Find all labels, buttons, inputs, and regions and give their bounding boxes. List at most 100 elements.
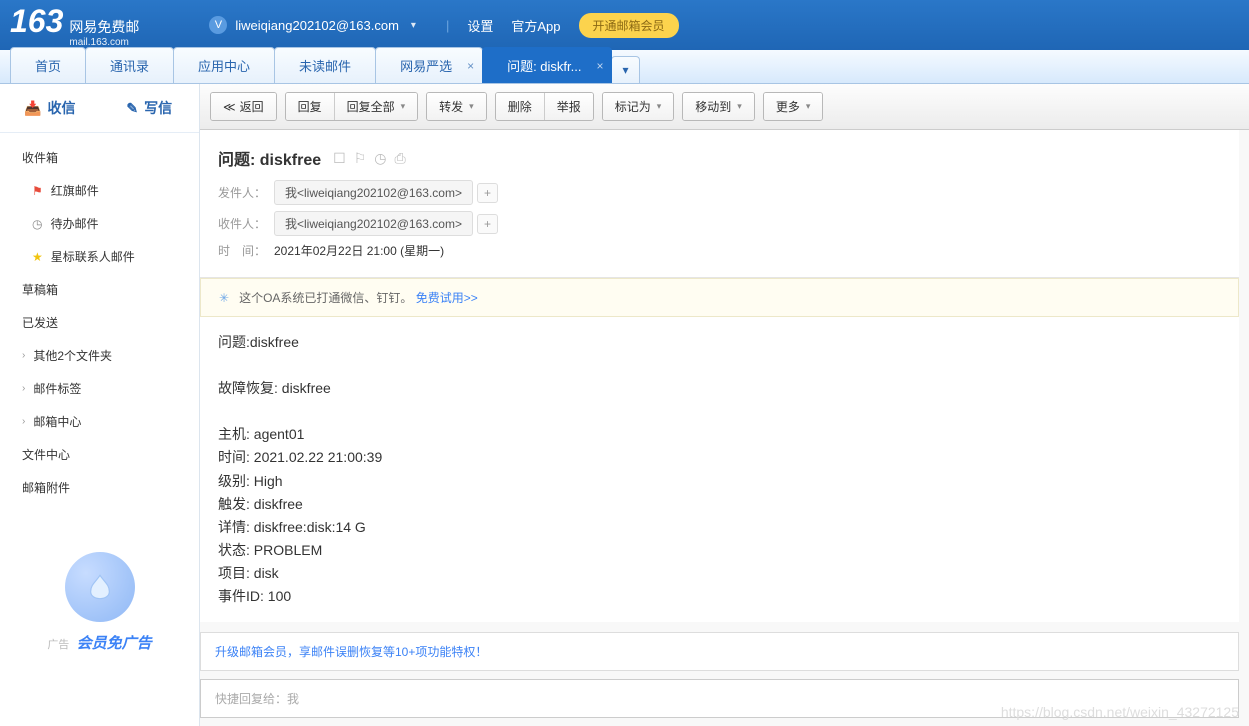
mail-body-line: 问题:diskfree — [218, 331, 1221, 354]
chevron-down-icon: ▾ — [806, 101, 811, 112]
delete-button[interactable]: 删除 — [496, 93, 545, 120]
folder-label: 收件箱 — [22, 149, 58, 166]
print-icon[interactable]: ⎙ — [395, 150, 406, 167]
settings-link[interactable]: 设置 — [467, 16, 493, 35]
quick-reply-prefix: 快捷回复给： — [215, 692, 287, 706]
chevron-right-icon: › — [22, 350, 25, 361]
tab-home[interactable]: 首页 — [10, 47, 86, 83]
chevron-down-icon: ▾ — [469, 101, 474, 112]
oa-link[interactable]: 免费试用>> — [416, 291, 478, 305]
folder-attachments[interactable]: 邮箱附件 — [0, 471, 199, 504]
report-button[interactable]: 举报 — [545, 93, 593, 120]
bookmark-icon[interactable]: ☐ — [333, 150, 346, 167]
header-links: | 设置 官方App 开通邮箱会员 — [446, 13, 679, 38]
folder-other[interactable]: › 其他2个文件夹 — [0, 339, 199, 372]
close-icon[interactable]: × — [596, 59, 603, 73]
move-button[interactable]: 移动到▾ — [683, 93, 754, 120]
tab-label: 应用中心 — [198, 59, 250, 74]
to-label: 收件人： — [218, 215, 274, 232]
receive-button[interactable]: 📥 收信 — [0, 84, 100, 132]
to-value[interactable]: 我<liweiqiang202102@163.com> — [274, 211, 473, 236]
logo-cn-text: 网易免费邮 — [69, 17, 139, 37]
delete-label: 删除 — [508, 98, 532, 115]
tab-label: 通讯录 — [110, 59, 149, 74]
report-label: 举报 — [557, 98, 581, 115]
mail-body-line: 主机: agent01 — [218, 423, 1221, 446]
quick-reply-to: 我 — [287, 692, 299, 706]
folder-center[interactable]: › 邮箱中心 — [0, 405, 199, 438]
tab-label: 未读邮件 — [299, 59, 351, 74]
folder-label: 邮箱中心 — [33, 413, 81, 430]
flag-icon: ⚑ — [32, 184, 43, 198]
user-account[interactable]: V liweiqiang202102@163.com ▾ — [209, 16, 416, 34]
folder-flag[interactable]: ⚑ 红旗邮件 — [0, 174, 199, 207]
tab-current-mail[interactable]: 问题: diskfr... × — [482, 47, 612, 83]
folder-drafts[interactable]: 草稿箱 — [0, 273, 199, 306]
sidebar-ad[interactable]: 广告 会员免广告 — [0, 552, 199, 653]
time-value: 2021年02月22日 21:00 (星期一) — [274, 242, 444, 259]
edit-icon: ✎ — [126, 100, 138, 117]
chevron-down-icon: ▾ — [737, 101, 742, 112]
folder-label: 其他2个文件夹 — [33, 347, 112, 364]
folder-list: 收件箱 ⚑ 红旗邮件 ◷待办邮件 ★星标联系人邮件 草稿箱 已发送 › 其他2个文件… — [0, 133, 199, 512]
ad-text: 会员免广告 — [77, 635, 152, 652]
official-app-link[interactable]: 官方App — [511, 16, 560, 35]
compose-button[interactable]: ✎ 写信 — [100, 84, 200, 132]
chevron-down-icon: ▾ — [401, 101, 406, 112]
folder-inbox[interactable]: 收件箱 — [0, 141, 199, 174]
folder-label: 草稿箱 — [22, 281, 58, 298]
logo-number: 163 — [10, 3, 63, 40]
mark-button[interactable]: 标记为▾ — [603, 93, 674, 120]
mail-body-line: 时间: 2021.02.22 21:00:39 — [218, 446, 1221, 469]
logo[interactable]: 163 网易免费邮 mail.163.com — [10, 3, 139, 48]
tab-unread[interactable]: 未读邮件 — [274, 47, 376, 83]
folder-tags[interactable]: ›邮件标签 — [0, 372, 199, 405]
forward-button[interactable]: 转发 ▾ — [427, 93, 486, 120]
folder-pending[interactable]: ◷待办邮件 — [0, 207, 199, 240]
mail-body-line: 项目: disk — [218, 562, 1221, 585]
folder-filecenter[interactable]: 文件中心 — [0, 438, 199, 471]
sidebar-actions: 📥 收信 ✎ 写信 — [0, 84, 199, 133]
folder-sent[interactable]: 已发送 — [0, 306, 199, 339]
user-email: liweiqiang202102@163.com — [235, 18, 399, 33]
folder-label: 红旗邮件 — [51, 182, 99, 199]
mail-body-line: 事件ID: 100 — [218, 585, 1221, 608]
ad-circle-icon — [65, 552, 135, 622]
oa-banner: ✳ 这个OA系统已打通微信、钉钉。 免费试用>> — [200, 278, 1239, 317]
clock-outline-icon[interactable]: ◷ — [374, 150, 386, 167]
user-badge-icon: V — [209, 16, 227, 34]
close-icon[interactable]: × — [467, 59, 474, 73]
reply-all-button[interactable]: 回复全部▾ — [335, 93, 418, 120]
back-label: 返回 — [240, 98, 264, 115]
reply-button[interactable]: 回复 — [286, 93, 335, 120]
flag-outline-icon[interactable]: ⚐ — [354, 150, 367, 167]
tab-dropdown-button[interactable]: ▾ — [611, 56, 639, 83]
tab-label: 问题: diskfr... — [507, 59, 581, 74]
forward-label: 转发 — [439, 98, 463, 115]
oa-text: 这个OA系统已打通微信、钉钉。 — [239, 291, 412, 305]
tab-contacts[interactable]: 通讯录 — [85, 47, 174, 83]
add-sender-button[interactable]: + — [477, 183, 498, 203]
content-area: ≪返回 回复 回复全部▾ 转发 ▾ 删除 举报 标记为▾ 移动到▾ 更多▾ — [200, 84, 1249, 726]
more-button[interactable]: 更多▾ — [764, 93, 823, 120]
folder-label: 邮件标签 — [33, 380, 81, 397]
top-header: 163 网易免费邮 mail.163.com V liweiqiang20210… — [0, 0, 1249, 50]
vip-button[interactable]: 开通邮箱会员 — [579, 13, 679, 38]
quick-reply-input[interactable]: 快捷回复给：我 — [200, 679, 1239, 718]
tab-apps[interactable]: 应用中心 — [173, 47, 275, 83]
chevron-right-icon: › — [22, 416, 25, 427]
back-button[interactable]: ≪返回 — [211, 93, 276, 120]
folder-label: 星标联系人邮件 — [51, 248, 135, 265]
leaf-icon — [86, 573, 114, 601]
sparkle-icon: ✳ — [219, 291, 229, 305]
folder-star[interactable]: ★星标联系人邮件 — [0, 240, 199, 273]
time-label: 时 间： — [218, 242, 274, 259]
tab-label: 首页 — [35, 59, 61, 74]
compose-label: 写信 — [144, 98, 172, 118]
upgrade-bar[interactable]: 升级邮箱会员，享邮件误删恢复等10+项功能特权！ — [200, 632, 1239, 671]
tab-yanxuan[interactable]: 网易严选× — [375, 47, 483, 83]
logo-en-text: mail.163.com — [69, 37, 139, 48]
add-recipient-button[interactable]: + — [477, 214, 498, 234]
mail-body-line: 触发: diskfree — [218, 493, 1221, 516]
from-value[interactable]: 我<liweiqiang202102@163.com> — [274, 180, 473, 205]
